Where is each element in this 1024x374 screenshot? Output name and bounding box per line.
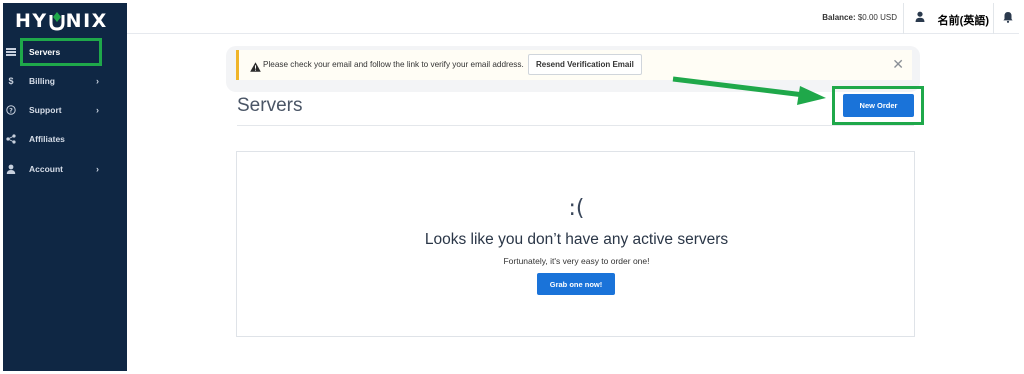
- alert-message: Please check your email and follow the l…: [263, 60, 524, 69]
- resend-verification-button[interactable]: Resend Verification Email: [528, 54, 642, 75]
- sidebar-item-label: Billing: [29, 76, 55, 86]
- empty-state-title: Looks like you don’t have any active ser…: [424, 231, 729, 248]
- logo-text-left: HY: [15, 10, 48, 32]
- user-icon[interactable]: [915, 10, 925, 22]
- empty-state-subtitle: Fortunately, it's very easy to order one…: [503, 256, 650, 266]
- dollar-icon: $: [8, 76, 14, 86]
- sidebar-item-account[interactable]: Account ›: [3, 155, 127, 183]
- bell-icon[interactable]: [1003, 10, 1013, 23]
- topbar-divider: [903, 3, 904, 34]
- question-circle-icon: ?: [6, 105, 16, 115]
- close-icon[interactable]: ✕: [892, 57, 904, 71]
- topbar-divider: [993, 3, 994, 34]
- title-divider: [237, 125, 914, 126]
- sidebar-item-label: Support: [29, 105, 62, 115]
- server-icon: [6, 47, 16, 57]
- sidebar-item-affiliates[interactable]: Affiliates: [3, 125, 127, 153]
- sad-face-icon: :(: [568, 196, 585, 221]
- new-order-button[interactable]: New Order: [843, 94, 914, 117]
- user-menu-name[interactable]: 名前(英語): [938, 12, 989, 28]
- sidebar: HY NIX Servers $ Billing › ? Support › A…: [3, 3, 127, 371]
- app-window: HY NIX Servers $ Billing › ? Support › A…: [0, 0, 1024, 374]
- logo-text-right: NIX: [65, 10, 108, 32]
- annotation-highlight-servers: [20, 38, 102, 66]
- verify-email-alert: Please check your email and follow the l…: [236, 50, 912, 80]
- chevron-right-icon: ›: [96, 105, 99, 115]
- sidebar-item-support[interactable]: ? Support ›: [3, 96, 127, 124]
- top-bar: Balance: $0.00 USD 名前(英語): [127, 3, 1019, 34]
- logo-mark-icon: [49, 11, 65, 31]
- balance-value: $0.00 USD: [857, 13, 897, 22]
- balance-label: Balance:: [822, 13, 856, 22]
- warning-icon: [250, 59, 261, 72]
- account-balance: Balance: $0.00 USD: [822, 13, 897, 22]
- sidebar-item-billing[interactable]: $ Billing ›: [3, 67, 127, 95]
- empty-state-card: :( Looks like you don’t have any active …: [236, 151, 915, 337]
- svg-text:?: ?: [9, 106, 13, 114]
- chevron-right-icon: ›: [96, 164, 99, 174]
- sidebar-item-label: Account: [29, 164, 63, 174]
- grab-one-now-button[interactable]: Grab one now!: [537, 273, 615, 295]
- user-icon: [6, 164, 16, 174]
- chevron-right-icon: ›: [96, 76, 99, 86]
- brand-logo[interactable]: HY NIX: [15, 8, 108, 34]
- page-title: Servers: [237, 95, 303, 116]
- share-icon: [6, 134, 16, 144]
- sidebar-item-label: Affiliates: [29, 134, 65, 144]
